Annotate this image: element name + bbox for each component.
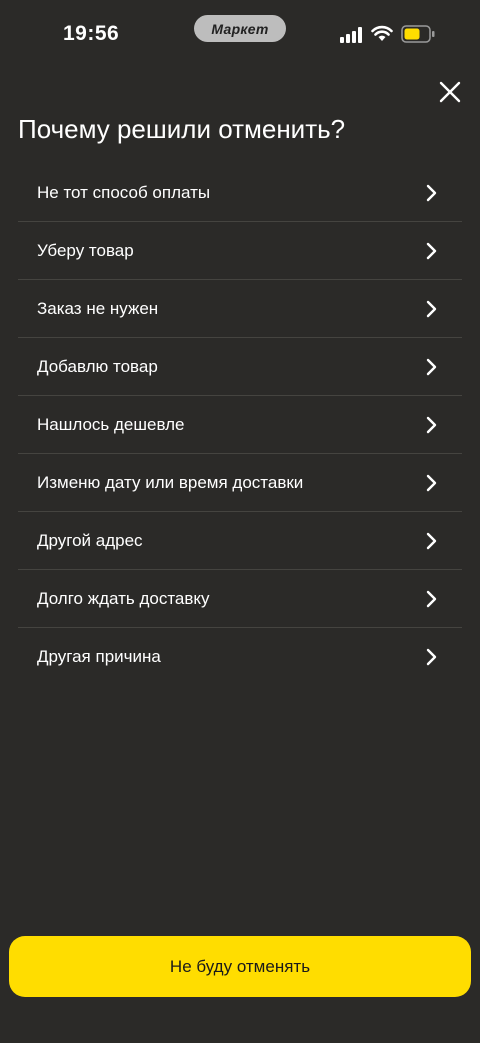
reason-item-long-delivery[interactable]: Долго ждать доставку	[18, 570, 462, 628]
chevron-right-icon	[426, 184, 437, 201]
keep-order-button[interactable]: Не буду отменять	[9, 936, 471, 997]
reason-label: Нашлось дешевле	[37, 414, 185, 434]
page-title: Почему решили отменить?	[18, 114, 346, 144]
wifi-icon	[371, 25, 393, 41]
reason-item-remove-product[interactable]: Уберу товар	[18, 222, 462, 280]
chevron-right-icon	[426, 416, 437, 433]
app-name-pill: Маркет	[194, 15, 286, 42]
chevron-right-icon	[426, 648, 437, 665]
battery-icon	[401, 25, 435, 43]
reason-label: Не тот способ оплаты	[37, 182, 211, 202]
reason-item-add-product[interactable]: Добавлю товар	[18, 338, 462, 396]
reason-item-other-address[interactable]: Другой адрес	[18, 512, 462, 570]
reason-item-change-delivery-time[interactable]: Изменю дату или время доставки	[18, 454, 462, 512]
reason-label: Добавлю товар	[37, 356, 158, 376]
reason-item-other-reason[interactable]: Другая причина	[18, 628, 462, 685]
reason-label: Другая причина	[37, 646, 161, 666]
status-time: 19:56	[63, 22, 120, 45]
reason-label: Заказ не нужен	[37, 298, 159, 318]
reason-label: Другой адрес	[37, 530, 143, 550]
reason-item-order-not-needed[interactable]: Заказ не нужен	[18, 280, 462, 338]
app-name-label: Маркет	[211, 20, 269, 37]
cellular-signal-icon	[340, 27, 362, 43]
reason-label: Изменю дату или время доставки	[37, 472, 304, 492]
chevron-right-icon	[426, 358, 437, 375]
reason-item-found-cheaper[interactable]: Нашлось дешевле	[18, 396, 462, 454]
status-bar: 19:56 Маркет	[0, 0, 480, 60]
chevron-right-icon	[426, 532, 437, 549]
reason-item-wrong-payment[interactable]: Не тот способ оплаты	[18, 164, 462, 222]
reason-label: Уберу товар	[37, 240, 134, 260]
chevron-right-icon	[426, 300, 437, 317]
chevron-right-icon	[426, 474, 437, 491]
close-icon[interactable]	[434, 76, 466, 108]
reason-label: Долго ждать доставку	[37, 588, 210, 608]
chevron-right-icon	[426, 242, 437, 259]
cancel-reason-list: Не тот способ оплаты Уберу товар Заказ н…	[18, 164, 462, 685]
chevron-right-icon	[426, 590, 437, 607]
